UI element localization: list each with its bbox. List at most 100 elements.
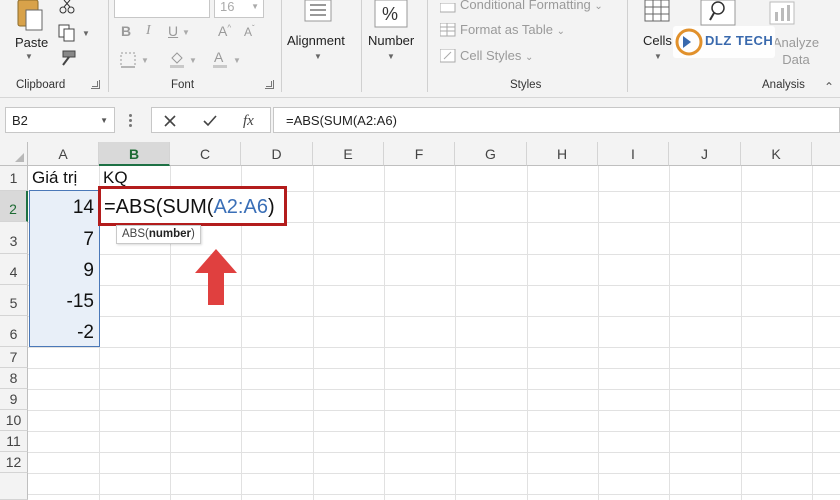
font-size-box[interactable]: 16 ▼ (214, 0, 264, 18)
group-divider (361, 0, 362, 92)
copy-dropdown-icon[interactable]: ▼ (82, 29, 90, 38)
enter-check-icon[interactable] (202, 114, 218, 128)
alignment-icon[interactable] (304, 0, 332, 27)
column-header-h[interactable]: H (527, 142, 598, 166)
column-header-b[interactable]: B (99, 142, 170, 166)
number-button[interactable]: Number (368, 33, 414, 48)
insert-function-icon[interactable]: fx (242, 111, 262, 129)
gridline (384, 166, 385, 500)
italic-icon[interactable]: I (146, 23, 151, 39)
number-format-icon[interactable]: % (374, 0, 408, 33)
gridline (28, 316, 840, 317)
column-header-j[interactable]: J (669, 142, 741, 166)
row-header-4[interactable]: 4 (0, 254, 28, 285)
column-header-a[interactable]: A (28, 142, 99, 166)
row-header-13[interactable] (0, 473, 28, 500)
copy-icon[interactable] (58, 24, 76, 47)
cells-dropdown-icon[interactable]: ▼ (654, 52, 662, 61)
cell-a4[interactable]: 9 (29, 260, 100, 282)
row-header-5[interactable]: 5 (0, 285, 28, 316)
row-header-1[interactable]: 1 (0, 166, 28, 191)
row-header-2[interactable]: 2 (0, 191, 28, 222)
cell-a3[interactable]: 7 (29, 229, 100, 251)
formula-bar-grip-icon[interactable] (129, 114, 132, 127)
underline-icon[interactable]: U (168, 23, 178, 39)
row-header-7[interactable]: 7 (0, 347, 28, 368)
cancel-icon[interactable] (163, 114, 177, 128)
gridline (28, 254, 840, 255)
font-launcher-icon[interactable] (265, 80, 274, 89)
bold-icon[interactable]: B (121, 23, 131, 39)
column-header-blank[interactable] (812, 142, 840, 166)
name-box-value: B2 (12, 113, 28, 128)
row-header-10[interactable]: 10 (0, 410, 28, 431)
clipboard-launcher-icon[interactable] (91, 80, 100, 89)
alignment-dropdown-icon[interactable]: ▼ (314, 52, 322, 61)
cells-icon[interactable] (644, 0, 670, 27)
underline-dropdown-icon[interactable]: ▼ (182, 28, 190, 37)
fill-color-dropdown-icon[interactable]: ▼ (189, 56, 197, 65)
analyze-data-button[interactable]: Analyze Data (770, 34, 822, 68)
cell-a2[interactable]: 14 (29, 197, 100, 219)
row-header-12[interactable]: 12 (0, 452, 28, 473)
column-header-k[interactable]: K (741, 142, 812, 166)
row-header-9[interactable]: 9 (0, 389, 28, 410)
name-box[interactable]: B2 ▼ (5, 107, 115, 133)
row-header-11[interactable]: 11 (0, 431, 28, 452)
paste-dropdown-icon[interactable]: ▼ (25, 52, 33, 61)
cell-styles-label: Cell Styles (460, 48, 522, 63)
select-all-button[interactable] (0, 142, 28, 166)
formula-suffix: ) (267, 196, 275, 218)
fill-color-icon[interactable] (168, 50, 186, 73)
group-divider (627, 0, 628, 92)
function-tooltip[interactable]: ABS(number) (116, 225, 201, 244)
number-dropdown-icon[interactable]: ▼ (387, 52, 395, 61)
column-header-g[interactable]: G (455, 142, 527, 166)
cell-styles-icon[interactable] (439, 48, 456, 68)
font-color-icon[interactable]: A (211, 49, 229, 74)
cell-a5[interactable]: -15 (29, 291, 100, 313)
formula-prefix: =ABS(SUM( (104, 196, 214, 218)
format-painter-icon[interactable] (57, 50, 77, 73)
column-header-i[interactable]: I (598, 142, 669, 166)
paste-button[interactable]: Paste (15, 35, 48, 50)
gridline (812, 166, 813, 500)
cell-a6[interactable]: -2 (29, 322, 100, 344)
ribbon: Paste ▼ ▼ Clipboard 16 ▼ B I U ▼ A^ Aˇ ▼… (0, 0, 840, 98)
format-as-table-icon[interactable] (439, 22, 456, 42)
cell-styles-button[interactable]: Cell Styles ⌄ (460, 48, 533, 63)
borders-dropdown-icon[interactable]: ▼ (141, 56, 149, 65)
column-header-e[interactable]: E (313, 142, 384, 166)
decrease-font-icon[interactable]: Aˇ (244, 24, 255, 39)
row-header-3[interactable]: 3 (0, 222, 28, 254)
column-header-d[interactable]: D (241, 142, 313, 166)
svg-text:%: % (382, 4, 398, 24)
font-color-dropdown-icon[interactable]: ▼ (233, 56, 241, 65)
gridline (28, 431, 840, 432)
collapse-ribbon-icon[interactable]: ⌃ (824, 80, 834, 94)
cell-b1[interactable]: KQ (103, 168, 128, 188)
cells-button[interactable]: Cells (643, 33, 672, 48)
font-name-box[interactable] (114, 0, 210, 18)
chevron-down-icon[interactable]: ▼ (100, 116, 108, 125)
cell-b2-editor[interactable]: =ABS(SUM(A2:A6) (104, 196, 275, 219)
conditional-formatting-label: Conditional Formatting (460, 0, 591, 12)
cell-a1[interactable]: Giá trị (32, 168, 77, 188)
column-header-c[interactable]: C (170, 142, 241, 166)
conditional-formatting-button[interactable]: Conditional Formatting ⌄ (460, 0, 603, 12)
tooltip-close: ) (191, 228, 195, 240)
column-header-f[interactable]: F (384, 142, 455, 166)
format-as-table-button[interactable]: Format as Table ⌄ (460, 22, 565, 37)
cut-icon[interactable] (58, 0, 76, 19)
row-header-8[interactable]: 8 (0, 368, 28, 389)
alignment-button[interactable]: Alignment (287, 33, 345, 48)
gridline (28, 452, 840, 453)
borders-icon[interactable] (120, 52, 136, 73)
formula-input[interactable]: =ABS(SUM(A2:A6) (273, 107, 840, 133)
group-divider (281, 0, 282, 92)
conditional-formatting-icon[interactable] (439, 0, 456, 18)
increase-font-icon[interactable]: A^ (218, 23, 231, 39)
row-header-6[interactable]: 6 (0, 316, 28, 347)
dlz-tech-logo: DLZ TECH (673, 26, 775, 58)
paste-icon[interactable] (14, 0, 46, 32)
